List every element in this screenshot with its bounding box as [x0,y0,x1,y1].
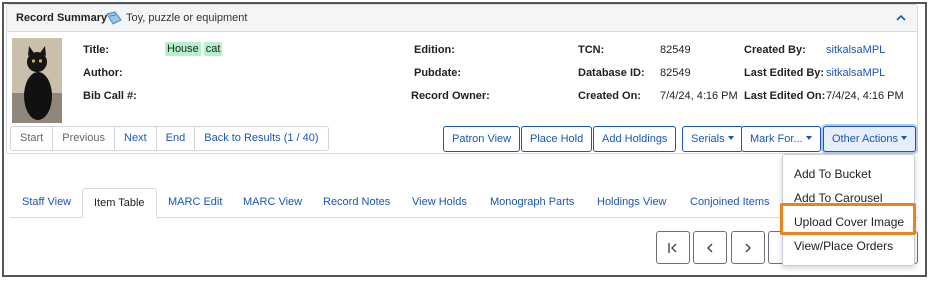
item-type-label: Toy, puzzle or equipment [126,12,248,24]
created-by-link[interactable]: sitkalsaMPL [826,44,885,56]
mark-for-button[interactable]: Mark For... [741,126,821,152]
tab-conjoined-items[interactable]: Conjoined Items [690,188,770,218]
last-edited-by-label: Last Edited By: [744,67,825,79]
first-page-icon [668,243,677,253]
pager-previous[interactable]: Previous [53,127,116,150]
next-page-icon [745,243,751,253]
record-summary-header[interactable]: Record Summary Toy, puzzle or equipment [7,5,917,32]
tab-item-table[interactable]: Item Table [82,188,157,218]
other-actions-menu: Add To Bucket Add To Carousel Upload Cov… [782,154,915,266]
caret-down-icon [727,136,734,140]
add-holdings-button[interactable]: Add Holdings [593,126,677,152]
caret-down-icon [805,136,812,140]
database-id-value: 82549 [660,67,691,79]
tab-marc-view[interactable]: MARC View [243,188,302,218]
tab-marc-edit[interactable]: MARC Edit [168,188,222,218]
title-value: House cat [165,42,225,56]
tcn-value: 82549 [660,44,691,56]
record-pager: Start Previous Next End Back to Results … [10,126,329,151]
tcn-label: TCN: [578,44,605,56]
bib-call-label: Bib Call #: [83,90,137,102]
author-label: Author: [83,67,123,79]
place-hold-label: Place Hold [530,133,584,145]
created-by-label: Created By: [744,44,806,56]
pager-end[interactable]: End [157,127,196,150]
menu-item-upload-cover-image[interactable]: Upload Cover Image [794,215,904,229]
cover-image [12,38,62,123]
title-word: cat [203,42,223,56]
previous-page-button[interactable] [693,231,727,264]
database-id-label: Database ID: [578,67,645,79]
caret-down-icon [901,136,908,140]
menu-item-add-to-carousel[interactable]: Add To Carousel [794,191,883,205]
other-actions-label: Other Actions [832,133,899,145]
tab-record-notes[interactable]: Record Notes [323,188,390,218]
title-word: House [165,42,201,56]
patron-view-button[interactable]: Patron View [443,126,521,152]
tab-staff-view[interactable]: Staff View [22,188,71,218]
record-owner-label: Record Owner: [411,90,490,102]
collapse-chevron-icon[interactable] [895,12,907,24]
tab-view-holds[interactable]: View Holds [412,188,467,218]
serials-label: Serials [691,133,725,145]
cat-photo-icon [12,38,62,123]
previous-page-icon [707,243,713,253]
menu-item-add-to-bucket[interactable]: Add To Bucket [794,167,871,181]
place-hold-button[interactable]: Place Hold [521,126,593,152]
last-edited-on-label: Last Edited On: [744,90,826,102]
last-edited-by-link[interactable]: sitkalsaMPL [826,67,885,79]
other-actions-button[interactable]: Other Actions [823,126,917,152]
first-page-button[interactable] [656,231,690,264]
next-page-button[interactable] [731,231,765,264]
edition-label: Edition: [414,44,455,56]
created-on-label: Created On: [578,90,641,102]
toy-icon [106,11,122,25]
menu-item-view-place-orders[interactable]: View/Place Orders [794,239,893,253]
tab-holdings-view[interactable]: Holdings View [597,188,667,218]
created-on-value: 7/4/24, 4:16 PM [660,90,738,102]
pubdate-label: Pubdate: [414,67,462,79]
patron-view-label: Patron View [452,133,512,145]
back-to-results-link[interactable]: Back to Results (1 / 40) [195,127,327,150]
mark-for-label: Mark For... [750,133,803,145]
pager-next[interactable]: Next [115,127,157,150]
tab-monograph-parts[interactable]: Monograph Parts [490,188,574,218]
pager-start[interactable]: Start [11,127,54,150]
serials-button[interactable]: Serials [682,126,743,152]
last-edited-on-value: 7/4/24, 4:16 PM [826,90,904,102]
add-holdings-label: Add Holdings [602,133,668,145]
record-summary-title: Record Summary [16,12,108,24]
title-label: Title: [83,44,110,56]
